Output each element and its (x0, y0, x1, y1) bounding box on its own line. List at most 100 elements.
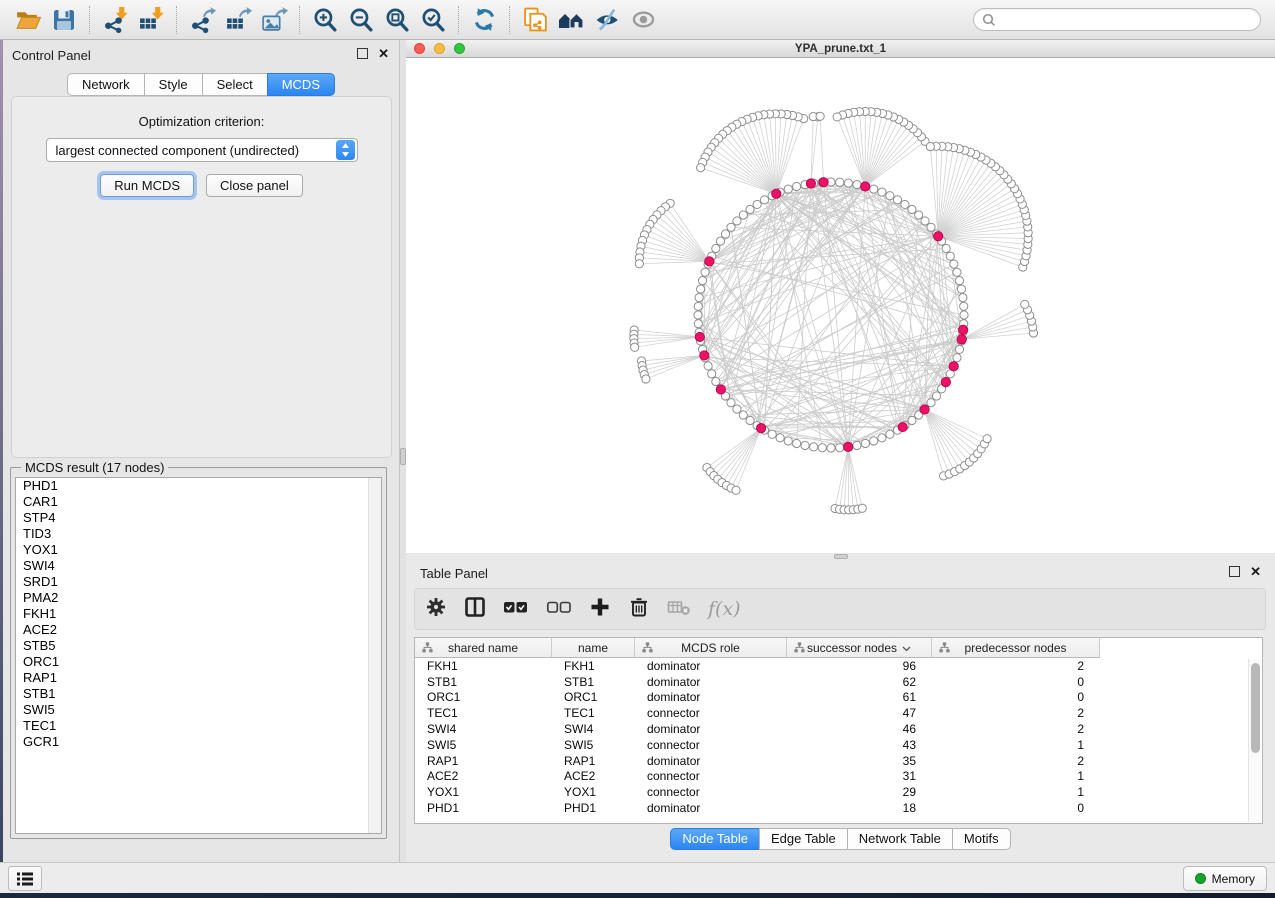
tab-style[interactable]: Style (144, 73, 203, 96)
table-panel-title: Table Panel (420, 566, 488, 581)
cell-name: ACE2 (552, 769, 635, 783)
mcds-result-item[interactable]: RAP1 (16, 670, 381, 686)
mcds-list-scrollbar[interactable] (368, 478, 381, 833)
select-all-button[interactable] (503, 596, 529, 623)
save-session-button[interactable] (46, 4, 82, 36)
import-table-button[interactable] (133, 4, 169, 36)
cell-shared-name: ORC1 (415, 690, 552, 704)
close-panel-icon[interactable]: ✕ (1250, 566, 1261, 577)
tab-mcds[interactable]: MCDS (267, 73, 335, 96)
window-close-icon[interactable] (414, 43, 425, 54)
houses-icon (557, 7, 585, 33)
tab-select[interactable]: Select (202, 73, 268, 96)
table-settings-button[interactable] (425, 596, 447, 623)
column-header-shared-name[interactable]: shared name (415, 638, 552, 658)
cell-predecessor-nodes: 1 (932, 738, 1100, 752)
mcds-result-item[interactable]: SRD1 (16, 574, 381, 590)
tab-motifs[interactable]: Motifs (952, 828, 1011, 850)
column-header-predecessor-nodes[interactable]: predecessor nodes (932, 638, 1100, 658)
cell-successor-nodes: 35 (787, 754, 932, 768)
mcds-result-item[interactable]: ORC1 (16, 654, 381, 670)
mcds-result-list[interactable]: PHD1CAR1STP4TID3YOX1SWI4SRD1PMA2FKH1ACE2… (15, 477, 382, 834)
tab-network-table[interactable]: Network Table (847, 828, 953, 850)
network-canvas[interactable] (406, 58, 1275, 553)
tab-node-table[interactable]: Node Table (670, 828, 760, 850)
delete-rows-button[interactable] (628, 596, 650, 623)
zoom-in-button[interactable] (307, 4, 343, 36)
mcds-result-item[interactable]: STP4 (16, 510, 381, 526)
export-image-button[interactable] (256, 4, 292, 36)
table-row[interactable]: STB1STB1dominator620 (415, 674, 1262, 690)
mcds-result-item[interactable]: ACE2 (16, 622, 381, 638)
table-panel: Table Panel ✕ (406, 560, 1275, 862)
table-scrollbar[interactable] (1248, 659, 1261, 822)
cell-successor-nodes: 96 (787, 659, 932, 673)
tab-edge-table[interactable]: Edge Table (759, 828, 848, 850)
task-history-button[interactable] (8, 866, 42, 891)
table-row[interactable]: ORC1ORC1dominator610 (415, 690, 1262, 706)
table-row[interactable]: YOX1YOX1connector291 (415, 784, 1262, 800)
horizontal-splitter[interactable] (406, 553, 1275, 560)
add-row-button[interactable] (589, 596, 611, 623)
close-panel-icon[interactable]: ✕ (378, 48, 389, 59)
zoom-out-button[interactable] (343, 4, 379, 36)
mcds-result-item[interactable]: STB5 (16, 638, 381, 654)
network-nodes-layer[interactable] (630, 107, 1038, 514)
float-panel-icon[interactable] (357, 48, 368, 59)
window-minimize-icon[interactable] (434, 43, 445, 54)
network-svg[interactable] (406, 58, 1275, 553)
clone-network-button[interactable] (517, 4, 553, 36)
show-all-button[interactable] (625, 4, 661, 36)
refresh-view-button[interactable] (466, 4, 502, 36)
table-row[interactable]: FKH1FKH1dominator962 (415, 658, 1262, 674)
mcds-result-item[interactable]: TEC1 (16, 718, 381, 734)
mcds-result-item[interactable]: YOX1 (16, 542, 381, 558)
export-table-button[interactable] (220, 4, 256, 36)
node-table[interactable]: shared namenameMCDS rolesuccessor nodesp… (414, 637, 1263, 824)
mcds-result-item[interactable]: PHD1 (16, 478, 381, 494)
column-header-name[interactable]: name (552, 638, 635, 658)
mcds-result-item[interactable]: TID3 (16, 526, 381, 542)
first-neighbors-button[interactable] (553, 4, 589, 36)
mcds-result-item[interactable]: SWI4 (16, 558, 381, 574)
mcds-result-item[interactable]: STB1 (16, 686, 381, 702)
network-window-titlebar[interactable]: YPA_prune.txt_1 (406, 40, 1275, 58)
mcds-result-item[interactable]: SWI5 (16, 702, 381, 718)
open-session-button[interactable] (10, 4, 46, 36)
hide-selected-button[interactable] (589, 4, 625, 36)
table-row[interactable]: ACE2ACE2connector311 (415, 769, 1262, 785)
import-network-icon (102, 6, 129, 33)
cell-predecessor-nodes: 2 (932, 722, 1100, 736)
export-network-button[interactable] (184, 4, 220, 36)
table-row[interactable]: TEC1TEC1connector472 (415, 705, 1262, 721)
cell-shared-name: PHD1 (415, 801, 552, 815)
columns-icon (464, 596, 486, 618)
splitter-handle[interactable] (834, 554, 848, 559)
zoom-selected-button[interactable] (415, 4, 451, 36)
mcds-result-item[interactable]: GCR1 (16, 734, 381, 750)
import-network-button[interactable] (97, 4, 133, 36)
column-header-mcds-role[interactable]: MCDS role (635, 638, 787, 658)
search-input[interactable] (1001, 13, 1252, 27)
zoom-fit-button[interactable] (379, 4, 415, 36)
table-row[interactable]: SWI5SWI5connector431 (415, 737, 1262, 753)
close-panel-button[interactable]: Close panel (206, 174, 303, 197)
show-columns-button[interactable] (464, 596, 486, 623)
mcds-result-item[interactable]: FKH1 (16, 606, 381, 622)
run-mcds-button[interactable]: Run MCDS (100, 174, 194, 197)
search-box[interactable] (973, 8, 1261, 31)
export-network-icon (189, 6, 216, 33)
deselect-all-button[interactable] (546, 596, 572, 623)
table-row[interactable]: PHD1PHD1dominator180 (415, 800, 1262, 816)
criterion-select[interactable]: largest connected component (undirected) (46, 138, 358, 162)
mcds-result-item[interactable]: PMA2 (16, 590, 381, 606)
table-row[interactable]: RAP1RAP1dominator352 (415, 753, 1262, 769)
column-header-successor-nodes[interactable]: successor nodes (787, 638, 932, 658)
mcds-result-item[interactable]: CAR1 (16, 494, 381, 510)
float-panel-icon[interactable] (1229, 566, 1240, 577)
scrollbar-thumb[interactable] (1251, 663, 1260, 753)
table-row[interactable]: SWI4SWI4dominator462 (415, 721, 1262, 737)
window-maximize-icon[interactable] (454, 43, 465, 54)
tab-network[interactable]: Network (67, 73, 145, 96)
memory-button[interactable]: Memory (1183, 866, 1267, 891)
